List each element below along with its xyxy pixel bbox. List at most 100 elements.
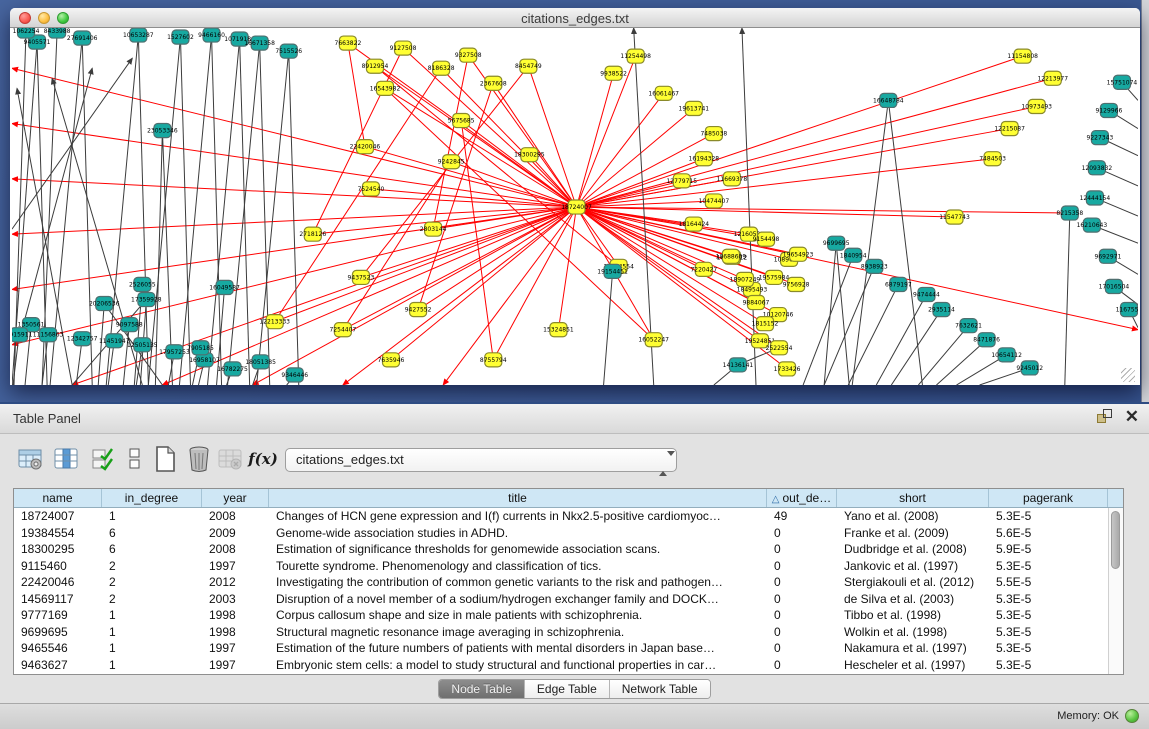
column-header-title[interactable]: title xyxy=(269,489,767,507)
network-edge[interactable] xyxy=(148,37,180,385)
network-edge[interactable] xyxy=(433,55,468,229)
row-height-icon[interactable] xyxy=(120,444,150,474)
network-node[interactable]: 20206536 xyxy=(89,297,120,311)
network-node[interactable]: 1733426 xyxy=(774,362,801,376)
network-edge[interactable] xyxy=(228,43,260,385)
table-row[interactable]: 1830029562008Estimation of significance … xyxy=(14,541,1123,558)
network-node[interactable]: 12215087 xyxy=(994,122,1025,136)
network-edge[interactable] xyxy=(604,271,613,385)
network-edge[interactable] xyxy=(577,78,1053,207)
network-edge[interactable] xyxy=(577,73,614,207)
table-row[interactable]: 2242004622012Investigating the contribut… xyxy=(14,574,1123,591)
float-panel-icon[interactable] xyxy=(1097,409,1113,425)
network-node[interactable]: 19613741 xyxy=(679,101,710,115)
network-node[interactable]: 7524540 xyxy=(358,182,385,196)
network-node[interactable]: 9127508 xyxy=(390,41,417,55)
network-edge[interactable] xyxy=(179,35,211,385)
network-node[interactable]: 10653287 xyxy=(123,28,154,42)
table-row[interactable]: 1872400712008Changes of HCN gene express… xyxy=(14,508,1123,525)
edit-rows-icon[interactable] xyxy=(88,444,118,474)
network-node[interactable]: 1840954 xyxy=(840,248,867,262)
network-node[interactable]: 8912954 xyxy=(362,59,389,73)
table-row[interactable]: 1456911722003Disruption of a novel membe… xyxy=(14,591,1123,608)
network-edge[interactable] xyxy=(836,243,849,385)
network-node[interactable]: 9245012 xyxy=(1016,361,1043,375)
network-edge[interactable] xyxy=(577,134,714,207)
tab-network-table[interactable]: Network Table xyxy=(610,680,710,698)
network-node[interactable]: 8755794 xyxy=(480,353,507,367)
column-header-short[interactable]: short xyxy=(837,489,989,507)
network-node[interactable]: 18300295 xyxy=(514,148,545,162)
network-edge[interactable] xyxy=(742,28,756,385)
network-node[interactable]: 9437523 xyxy=(348,270,375,284)
network-node[interactable]: 11154808 xyxy=(1007,49,1038,63)
network-node[interactable]: 11254498 xyxy=(620,49,651,63)
network-edge[interactable] xyxy=(289,51,299,385)
table-row[interactable]: 946554611997Estimation of the future num… xyxy=(14,640,1123,657)
network-node[interactable]: 9129966 xyxy=(1096,103,1123,117)
network-node[interactable]: 1167558 xyxy=(1116,303,1138,317)
column-header-out_de[interactable]: △out_de… xyxy=(767,489,837,507)
network-node[interactable]: 9938522 xyxy=(600,66,627,80)
network-node[interactable]: 16049587 xyxy=(209,280,240,294)
network-node[interactable]: 12213333 xyxy=(259,315,290,329)
network-edge[interactable] xyxy=(824,266,874,385)
network-node[interactable]: 2935114 xyxy=(928,303,955,317)
network-edge[interactable] xyxy=(12,124,577,207)
network-edge[interactable] xyxy=(443,207,576,385)
network-node[interactable]: 12342757 xyxy=(67,332,98,346)
network-node[interactable]: 10973493 xyxy=(1021,99,1052,113)
network-window-titlebar[interactable]: citations_edges.txt xyxy=(10,8,1140,28)
network-edge[interactable] xyxy=(162,207,576,385)
network-node[interactable]: 16052247 xyxy=(638,333,669,347)
network-edge[interactable] xyxy=(558,207,576,330)
network-node[interactable]: 16782275 xyxy=(217,362,248,376)
network-node[interactable]: 9466160 xyxy=(198,28,225,42)
network-node[interactable]: 8215358 xyxy=(1056,206,1083,220)
create-column-icon[interactable] xyxy=(150,444,180,474)
network-node[interactable]: 9692971 xyxy=(1095,249,1122,263)
network-node[interactable]: 9699695 xyxy=(823,236,850,250)
column-header-in_degree[interactable]: in_degree xyxy=(102,489,202,507)
network-node[interactable]: 2803144 xyxy=(420,222,447,236)
network-node[interactable]: 11451947 xyxy=(99,334,130,348)
network-edge[interactable] xyxy=(918,326,968,385)
network-node[interactable]: 1527602 xyxy=(167,30,194,44)
network-node[interactable]: 12213977 xyxy=(1037,71,1068,85)
network-node[interactable]: 7484503 xyxy=(979,152,1006,166)
table-row[interactable]: 911546021997Tourette syndrome. Phenomeno… xyxy=(14,558,1123,575)
network-edge[interactable] xyxy=(577,106,1037,207)
network-node[interactable]: 9346446 xyxy=(281,368,308,382)
network-node[interactable]: 9427552 xyxy=(405,303,432,317)
network-node[interactable]: 16061467 xyxy=(648,86,679,100)
network-node[interactable]: 16194328 xyxy=(689,152,720,166)
table-row[interactable]: 977716911998Corpus callosum shape and si… xyxy=(14,607,1123,624)
table-selector-dropdown[interactable]: citations_edges.txt xyxy=(285,448,677,472)
network-node[interactable]: 10474407 xyxy=(699,194,730,208)
network-edge[interactable] xyxy=(891,310,941,385)
network-edge[interactable] xyxy=(493,83,576,207)
column-header-year[interactable]: year xyxy=(202,489,269,507)
network-node[interactable]: 16210643 xyxy=(1077,218,1108,232)
column-header-name[interactable]: name xyxy=(14,489,102,507)
vertical-scrollbar[interactable] xyxy=(1108,508,1123,674)
network-edge[interactable] xyxy=(461,121,576,207)
column-header-pagerank[interactable]: pagerank xyxy=(989,489,1108,507)
show-columns-icon[interactable] xyxy=(52,444,82,474)
network-node[interactable]: 27691406 xyxy=(67,31,98,45)
network-node[interactable]: 7632621 xyxy=(955,319,982,333)
tab-edge-table[interactable]: Edge Table xyxy=(525,680,610,698)
tab-node-table[interactable]: Node Table xyxy=(439,680,525,698)
network-edge[interactable] xyxy=(936,340,986,385)
network-canvas[interactable]: 9405571276914061065328715276029466160107… xyxy=(12,28,1138,385)
network-node[interactable]: 17957253 xyxy=(159,345,190,359)
scrollbar-thumb[interactable] xyxy=(1111,511,1120,569)
network-node[interactable]: 2526055 xyxy=(129,277,156,291)
table-settings-icon[interactable] xyxy=(16,444,46,474)
network-node[interactable]: 2367608 xyxy=(480,76,507,90)
network-node[interactable]: 23053346 xyxy=(147,124,178,138)
network-edge[interactable] xyxy=(180,37,190,385)
network-node[interactable]: 8186328 xyxy=(428,61,455,75)
network-node[interactable]: 8471876 xyxy=(973,333,1000,347)
network-node[interactable]: 22420046 xyxy=(350,140,381,154)
